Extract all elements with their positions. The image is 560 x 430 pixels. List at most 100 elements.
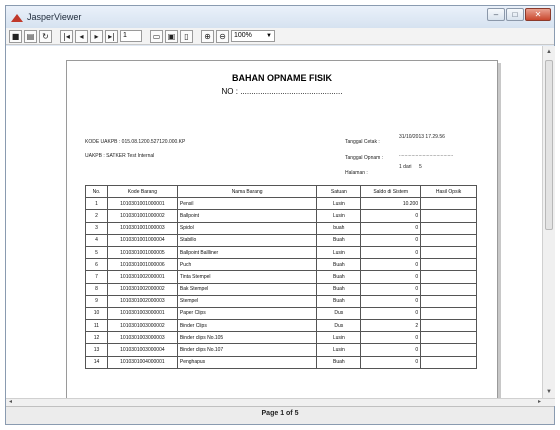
- cell-satuan: Lusin: [316, 331, 362, 345]
- cell-nama: Tinta Stempel: [176, 270, 318, 284]
- cell-nama: Stabillo: [176, 233, 318, 247]
- cell-satuan: Buah: [316, 233, 362, 247]
- cell-kode: 1010301002000001: [106, 270, 178, 284]
- tanggal-opnam-label: Tanggal Opnam :: [345, 155, 384, 161]
- table-row: 5 1010301001000005 Ballpoint Ballliner Lusi…: [85, 245, 477, 260]
- actual-size-icon[interactable]: ▭: [150, 29, 163, 43]
- header-nama-barang: Nama Barang: [176, 184, 318, 199]
- cell-kode: 1010301003000002: [106, 319, 178, 333]
- save-icon[interactable]: ■: [9, 29, 22, 43]
- cell-no: 14: [85, 355, 108, 369]
- minimize-button[interactable]: ‒: [487, 8, 505, 21]
- cell-saldo: 0: [360, 221, 422, 235]
- cell-saldo: 2: [360, 319, 422, 333]
- header-hasil-opsik: Hasil Opsik: [420, 184, 477, 199]
- status-bar: Page 1 of 5: [6, 406, 554, 424]
- cell-nama: Stempel: [176, 294, 318, 308]
- next-page-icon[interactable]: ▸: [90, 29, 103, 43]
- cell-no: 13: [85, 343, 108, 357]
- table-row: 13 1010301003000004 Binder clips No.107 Lus…: [85, 343, 477, 357]
- cell-satuan: Buah: [316, 294, 362, 308]
- cell-satuan: Buah: [316, 270, 362, 284]
- cell-no: 7: [85, 270, 108, 284]
- cell-saldo: 0: [360, 258, 422, 272]
- halaman-total: 5: [419, 164, 422, 170]
- cell-kode: 1010301001000005: [106, 245, 178, 260]
- cell-no: 5: [85, 245, 108, 260]
- fit-width-icon[interactable]: ▯: [180, 29, 193, 43]
- cell-kode: 1010301003000001: [106, 306, 178, 321]
- cell-no: 10: [85, 306, 108, 321]
- cell-satuan: buah: [316, 221, 362, 235]
- cell-no: 1: [85, 197, 108, 211]
- cell-no: 9: [85, 294, 108, 308]
- cell-satuan: Buah: [316, 258, 362, 272]
- report-page: BAHAN OPNAME FISIK NO : ................…: [66, 60, 498, 398]
- header-satuan: Satuan: [316, 184, 362, 199]
- cell-nama: Puch: [176, 258, 318, 272]
- cell-saldo: 10.200: [360, 197, 422, 211]
- header-saldo: Saldo di Sistem: [360, 184, 422, 199]
- table-row: 9 1010301002000003 Stempel Buah 0: [85, 294, 477, 308]
- cell-saldo: 0: [360, 343, 422, 357]
- cell-nama: Ballpoint: [176, 209, 318, 223]
- cell-kode: 1010301002000003: [106, 294, 178, 308]
- close-button[interactable]: ✕: [525, 8, 551, 21]
- cell-hasil: [420, 319, 477, 333]
- cell-hasil: [420, 343, 477, 357]
- scroll-left-icon[interactable]: ◂: [9, 398, 12, 405]
- cell-hasil: [420, 355, 477, 369]
- cell-satuan: Lusin: [316, 197, 362, 211]
- cell-no: 4: [85, 233, 108, 247]
- scroll-down-icon[interactable]: ▼: [543, 386, 555, 398]
- zoom-out-icon[interactable]: ⊖: [216, 29, 229, 43]
- scroll-up-icon[interactable]: ▲: [543, 46, 555, 58]
- table-row: 11 1010301003000002 Binder Clips Dus 2: [85, 319, 477, 333]
- reload-icon[interactable]: ↻: [39, 29, 52, 43]
- last-page-icon[interactable]: ▸|: [105, 29, 118, 43]
- tanggal-opnam-value: .......................................: [399, 152, 454, 158]
- cell-kode: 1010301003000004: [106, 343, 178, 357]
- cell-saldo: 0: [360, 209, 422, 223]
- maximize-button[interactable]: □: [506, 8, 524, 21]
- halaman-value: 1 dari: [399, 164, 412, 170]
- first-page-icon[interactable]: |◂: [60, 29, 73, 43]
- table-row: 6 1010301001000006 Puch Buah 0: [85, 258, 477, 272]
- cell-hasil: [420, 282, 477, 296]
- print-icon[interactable]: ▤: [24, 29, 37, 43]
- zoom-in-icon[interactable]: ⊕: [201, 29, 214, 43]
- chevron-down-icon: ▼: [266, 33, 272, 39]
- cell-kode: 1010301001000001: [106, 197, 178, 211]
- halaman-label: Halaman :: [345, 170, 368, 176]
- previous-page-icon[interactable]: ◂: [75, 29, 88, 43]
- table-row: 8 1010301002000002 Bak Stempel Buah 0: [85, 282, 477, 296]
- cell-nama: Spidol: [176, 221, 318, 235]
- cell-saldo: 0: [360, 233, 422, 247]
- cell-hasil: [420, 209, 477, 223]
- horizontal-scrollbar[interactable]: ◂ ▸: [6, 398, 555, 406]
- table-row: 4 1010301001000004 Stabillo Buah 0: [85, 233, 477, 247]
- cell-satuan: Buah: [316, 355, 362, 369]
- title-bar: JasperViewer ‒ □ ✕: [6, 6, 554, 28]
- vertical-scroll-thumb[interactable]: [545, 60, 553, 230]
- tanggal-cetak-value: 31/10/2013 17.29.56: [399, 134, 445, 140]
- zoom-value: 100%: [234, 32, 252, 39]
- cell-hasil: [420, 197, 477, 211]
- cell-saldo: 0: [360, 306, 422, 321]
- fit-page-icon[interactable]: ▣: [165, 29, 178, 43]
- report-number: NO : ...................................…: [221, 87, 343, 96]
- page-number-input[interactable]: 1: [120, 30, 142, 42]
- cell-hasil: [420, 258, 477, 272]
- cell-saldo: 0: [360, 355, 422, 369]
- cell-no: 6: [85, 258, 108, 272]
- tanggal-cetak-label: Tanggal Cetak :: [345, 139, 380, 145]
- page-info: Page 1 of 5: [261, 410, 299, 417]
- scroll-right-icon[interactable]: ▸: [538, 398, 541, 405]
- vertical-scrollbar[interactable]: ▲ ▼: [542, 46, 555, 398]
- cell-satuan: Lusin: [316, 245, 362, 260]
- uakpb: UAKPB : SATKER Test Internal: [85, 153, 155, 159]
- cell-nama: Binder Clips: [176, 319, 318, 333]
- jasper-app-icon: [11, 12, 23, 22]
- zoom-select[interactable]: 100% ▼: [231, 30, 275, 42]
- cell-saldo: 0: [360, 282, 422, 296]
